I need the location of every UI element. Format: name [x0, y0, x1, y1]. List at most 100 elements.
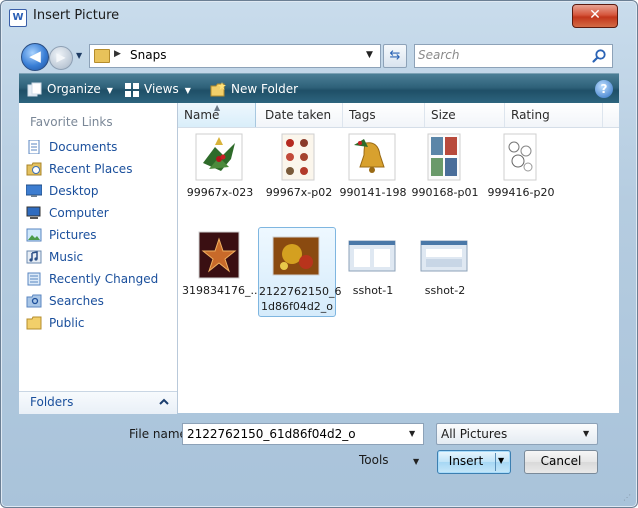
file-thumbnail[interactable]: 99967x-p02 — [261, 129, 337, 217]
file-thumbnail[interactable]: 999416-p20 — [483, 129, 559, 217]
column-header-date-taken[interactable]: Date taken — [259, 103, 343, 127]
column-header-name[interactable]: ▲ Name — [178, 103, 256, 127]
sidebar-item-recently-changed[interactable]: Recently Changed — [24, 268, 174, 290]
views-label: Views — [144, 82, 179, 96]
address-dropdown-chevron-down-icon[interactable]: ▼ — [366, 50, 373, 60]
sidebar-item-label: Music — [49, 250, 84, 264]
file-list-pane: ▲ Name Date taken Tags Size Rating 99967… — [178, 103, 619, 413]
file-name: 99967x-p02 — [265, 186, 333, 199]
search-icon[interactable] — [591, 48, 607, 64]
sidebar-item-recent-places[interactable]: Recent Places — [24, 158, 174, 180]
search-input[interactable] — [418, 47, 578, 63]
cancel-button[interactable]: Cancel — [524, 450, 598, 474]
organize-chevron-down-icon: ▼ — [106, 86, 113, 95]
file-thumbnail[interactable]: sshot-2 — [407, 227, 483, 315]
organize-label: Organize — [47, 82, 101, 96]
resize-grip-icon[interactable]: ⋰ — [623, 493, 631, 502]
sidebar-item-public[interactable]: Public — [24, 312, 174, 334]
back-button[interactable]: ◀ — [21, 43, 49, 71]
forward-button[interactable]: ▶ — [49, 46, 73, 70]
breadcrumb-current-folder[interactable]: Snaps — [130, 48, 166, 62]
file-name: 999416-p20 — [487, 186, 555, 199]
file-name-line-1: 2122762150_6 — [259, 285, 342, 298]
sidebar-item-label: Pictures — [49, 228, 97, 242]
organize-icon — [27, 82, 42, 96]
sketch-picture-thumbnail — [503, 133, 537, 181]
sidebar-item-pictures[interactable]: Pictures — [24, 224, 174, 246]
file-thumbnail-selected[interactable]: 2122762150_6 1d86f04d2_o — [258, 227, 341, 317]
file-thumbnail[interactable]: 99967x-023 — [182, 129, 258, 217]
recently-changed-icon — [27, 272, 41, 286]
sidebar-item-desktop[interactable]: Desktop — [24, 180, 174, 202]
star-picture-thumbnail — [198, 231, 240, 279]
column-label: Rating — [511, 108, 550, 122]
file-name: 99967x-023 — [186, 186, 254, 199]
file-name: 990168-p01 — [411, 186, 479, 199]
file-name-chevron-down-icon[interactable]: ▼ — [409, 429, 415, 438]
tools-menu-button[interactable]: Tools — [359, 453, 389, 467]
views-menu-button[interactable]: Views ▼ — [124, 74, 191, 104]
music-icon — [26, 250, 42, 264]
dialog-title: Insert Picture — [33, 8, 120, 23]
bell-picture-thumbnail — [348, 133, 396, 181]
address-bar[interactable]: ▶ Snaps ▼ — [89, 44, 381, 68]
folder-icon — [94, 49, 110, 63]
recent-pages-chevron-down-icon[interactable]: ▼ — [76, 51, 82, 60]
file-thumbnail[interactable]: 319834176_... — [182, 227, 261, 315]
holly-picture-thumbnail — [195, 133, 243, 181]
chevron-up-icon[interactable] — [158, 396, 170, 408]
file-type-chevron-down-icon: ▼ — [583, 429, 590, 438]
file-thumbnail[interactable]: 990168-p01 — [407, 129, 483, 217]
sidebar-item-documents[interactable]: Documents — [24, 136, 174, 158]
search-box[interactable] — [414, 44, 613, 68]
insert-button[interactable]: Insert — [438, 454, 494, 468]
title-bar: W Insert Picture ✕ — [1, 1, 637, 41]
close-button[interactable]: ✕ — [572, 4, 618, 28]
breadcrumb-separator-icon[interactable]: ▶ — [114, 49, 121, 59]
ornament-picture-thumbnail — [272, 236, 320, 276]
file-name-combobox[interactable]: ▼ — [182, 423, 424, 445]
file-type-value: All Pictures — [441, 427, 508, 441]
recent-places-icon — [26, 162, 42, 176]
sort-ascending-icon: ▲ — [214, 103, 221, 112]
column-header-rating[interactable]: Rating — [505, 103, 603, 127]
file-name: sshot-1 — [352, 284, 394, 297]
new-folder-button[interactable]: New Folder — [210, 74, 298, 104]
insert-options-chevron-down-icon[interactable]: ▼ — [498, 456, 504, 465]
sidebar-item-music[interactable]: Music — [24, 246, 174, 268]
views-icon — [125, 82, 139, 97]
pictures-icon — [26, 228, 42, 242]
help-icon[interactable]: ? — [595, 80, 613, 98]
file-name: 990141-198 — [339, 186, 407, 199]
organize-menu-button[interactable]: Organize ▼ — [27, 74, 113, 104]
column-label: Tags — [349, 108, 376, 122]
sidebar-item-searches[interactable]: Searches — [24, 290, 174, 312]
searches-icon — [26, 294, 42, 308]
file-type-select[interactable]: All Pictures ▼ — [436, 423, 598, 445]
word-app-icon: W — [9, 9, 27, 27]
column-header-tags[interactable]: Tags — [343, 103, 425, 127]
file-name: sshot-2 — [424, 284, 466, 297]
file-name-input[interactable] — [187, 426, 397, 441]
tools-chevron-down-icon[interactable]: ▼ — [413, 457, 419, 466]
sidebar-item-computer[interactable]: Computer — [24, 202, 174, 224]
documents-icon — [28, 140, 40, 154]
column-header-size[interactable]: Size — [425, 103, 505, 127]
file-thumbnail[interactable]: 990141-198 — [335, 129, 411, 217]
screenshot-thumbnail — [420, 240, 468, 272]
refresh-button[interactable]: ⇆ — [383, 44, 407, 68]
sidebar-item-label: Desktop — [49, 184, 99, 198]
file-thumbnail[interactable]: sshot-1 — [335, 227, 411, 315]
file-name-line-2: 1d86f04d2_o — [260, 300, 334, 313]
dialog-footer: File name: ▼ All Pictures ▼ Tools ▼ Inse… — [19, 413, 619, 493]
sidebar-item-label: Recent Places — [49, 162, 133, 176]
insert-picture-dialog: W Insert Picture ✕ ◀ ▶ ▼ ▶ Snaps ▼ ⇆ Org… — [0, 0, 638, 508]
folders-toggle[interactable]: Folders — [19, 391, 177, 414]
file-name: 319834176_... — [182, 284, 261, 297]
public-folder-icon — [26, 316, 42, 330]
insert-split-button[interactable]: Insert ▼ — [437, 450, 511, 474]
desktop-icon — [26, 184, 42, 197]
sidebar-item-label: Public — [49, 316, 85, 330]
new-folder-label: New Folder — [231, 82, 299, 96]
screenshot-thumbnail — [348, 240, 396, 272]
